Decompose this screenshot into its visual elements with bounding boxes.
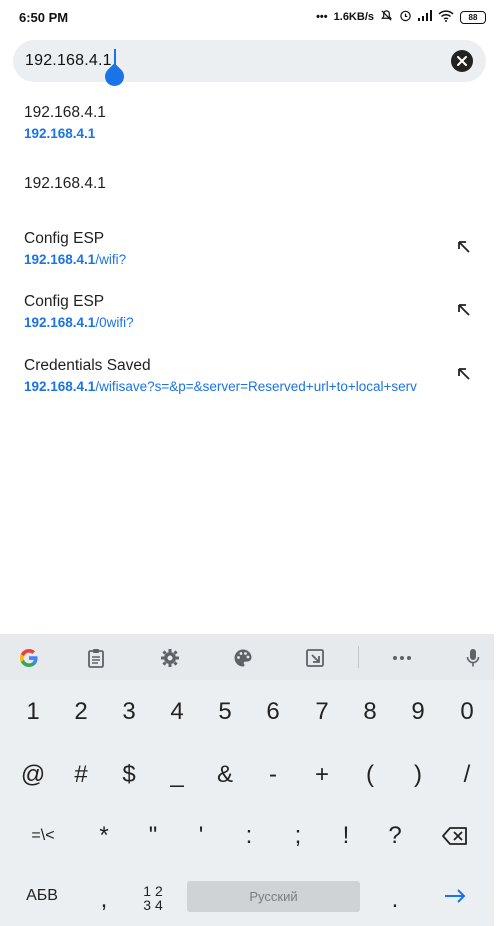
key-quote[interactable]: " bbox=[129, 812, 177, 860]
suggestion-url-path: /wifi? bbox=[95, 252, 127, 267]
status-bar: 6:50 PM ••• 1.6KB/s 88 bbox=[0, 0, 500, 34]
suggestion-url-host: 192.168.4.1 bbox=[24, 252, 96, 267]
screen-edge bbox=[494, 634, 500, 926]
key-colon[interactable]: : bbox=[225, 812, 273, 860]
key-period[interactable]: . bbox=[371, 876, 419, 924]
suggestion-title: Config ESP bbox=[24, 293, 105, 310]
clear-button[interactable] bbox=[451, 50, 473, 72]
numpad-key[interactable]: 1 2 3 4 bbox=[138, 884, 168, 918]
suggestion-item[interactable]: 192.168.4.1 192.168.4.1 bbox=[0, 96, 500, 148]
suggestion-title: 192.168.4.1 bbox=[24, 175, 106, 192]
fill-url-button[interactable] bbox=[453, 363, 475, 385]
key-symbols-toggle[interactable]: =\< bbox=[19, 812, 67, 860]
key-apostrophe[interactable]: ' bbox=[177, 812, 225, 860]
key-9[interactable]: 9 bbox=[394, 688, 442, 736]
arrow-up-left-icon bbox=[458, 368, 470, 380]
key-4[interactable]: 4 bbox=[153, 688, 201, 736]
status-time: 6:50 PM bbox=[19, 10, 69, 25]
dots-icon: ••• bbox=[316, 11, 328, 23]
suggestion-url-host: 192.168.4.1 bbox=[24, 315, 96, 330]
resize-icon[interactable] bbox=[303, 646, 327, 670]
key-at[interactable]: @ bbox=[9, 751, 57, 799]
suggestion-title: Credentials Saved bbox=[24, 357, 151, 374]
suggestion-title: 192.168.4.1 bbox=[24, 104, 106, 121]
url-bar[interactable]: 192.168.4.1 bbox=[13, 40, 486, 90]
net-speed: 1.6KB/s bbox=[333, 11, 374, 23]
key-paren-close[interactable]: ) bbox=[394, 751, 442, 799]
suggestion-url-path: /0wifi? bbox=[95, 315, 134, 330]
url-input[interactable]: 192.168.4.1 bbox=[25, 52, 112, 70]
arrow-up-left-icon bbox=[458, 304, 470, 316]
suggestion-item[interactable]: Config ESP 192.168.4.1/0wifi? bbox=[0, 285, 500, 337]
battery-icon: 88 bbox=[460, 10, 486, 24]
key-2[interactable]: 2 bbox=[57, 688, 105, 736]
key-plus[interactable]: + bbox=[298, 751, 346, 799]
suggestion-url: 192.168.4.1/wifisave?s=&p=&server=Reserv… bbox=[24, 379, 443, 394]
suggestion-url-path: /wifisave?s=&p=&server=Reserved+url+to+l… bbox=[95, 379, 417, 394]
wifi-icon bbox=[438, 9, 454, 25]
clipboard-icon[interactable] bbox=[84, 646, 108, 670]
gear-icon[interactable] bbox=[158, 646, 182, 670]
key-dollar[interactable]: $ bbox=[105, 751, 153, 799]
key-8[interactable]: 8 bbox=[346, 688, 394, 736]
numpad-key-bottom: 3 4 bbox=[143, 897, 163, 913]
fill-url-button[interactable] bbox=[453, 299, 475, 321]
language-key[interactable]: АБВ bbox=[18, 872, 66, 920]
suggestion-title: Config ESP bbox=[24, 230, 105, 247]
key-5[interactable]: 5 bbox=[201, 688, 249, 736]
key-6[interactable]: 6 bbox=[249, 688, 297, 736]
status-icons: ••• 1.6KB/s 88 bbox=[316, 8, 486, 26]
key-hash[interactable]: # bbox=[57, 751, 105, 799]
key-underscore[interactable]: _ bbox=[153, 751, 201, 799]
more-icon[interactable] bbox=[390, 646, 414, 670]
suggestion-item[interactable]: Config ESP 192.168.4.1/wifi? bbox=[0, 222, 500, 274]
key-asterisk[interactable]: * bbox=[80, 812, 128, 860]
suggestion-url: 192.168.4.1 bbox=[24, 126, 443, 141]
arrow-up-left-icon bbox=[458, 241, 470, 253]
google-icon[interactable] bbox=[17, 646, 41, 670]
numpad-key-top: 1 2 bbox=[143, 883, 163, 899]
suggestion-url-host: 192.168.4.1 bbox=[24, 379, 96, 394]
key-ampersand[interactable]: & bbox=[201, 751, 249, 799]
key-comma[interactable]: , bbox=[80, 876, 128, 924]
space-key[interactable]: Русский bbox=[187, 881, 360, 912]
arrow-right-icon bbox=[445, 889, 466, 903]
suggestion-url-host: 192.168.4.1 bbox=[24, 126, 96, 141]
key-7[interactable]: 7 bbox=[298, 688, 346, 736]
key-question[interactable]: ? bbox=[371, 812, 419, 860]
backspace-key[interactable] bbox=[431, 812, 479, 860]
backspace-icon bbox=[442, 827, 467, 845]
key-3[interactable]: 3 bbox=[105, 688, 153, 736]
suggestion-url: 192.168.4.1/wifi? bbox=[24, 252, 443, 267]
suggestion-item[interactable]: Credentials Saved 192.168.4.1/wifisave?s… bbox=[0, 349, 500, 401]
mute-icon bbox=[380, 9, 393, 25]
key-semicolon[interactable]: ; bbox=[274, 812, 322, 860]
keyboard-toolbar bbox=[0, 634, 494, 680]
signal-icon bbox=[418, 10, 432, 24]
key-paren-open[interactable]: ( bbox=[346, 751, 394, 799]
key-slash[interactable]: / bbox=[443, 751, 491, 799]
keyboard: 1 2 3 4 5 6 7 8 9 0 @ # $ _ & - + ( ) / … bbox=[0, 634, 494, 926]
suggestion-item[interactable]: 192.168.4.1 bbox=[0, 160, 500, 204]
key-exclamation[interactable]: ! bbox=[322, 812, 370, 860]
enter-key[interactable] bbox=[431, 872, 479, 920]
mic-icon[interactable] bbox=[461, 646, 485, 670]
close-icon bbox=[457, 56, 467, 66]
suggestion-url: 192.168.4.1/0wifi? bbox=[24, 315, 443, 330]
alarm-icon bbox=[399, 9, 412, 25]
key-minus[interactable]: - bbox=[249, 751, 297, 799]
fill-url-button[interactable] bbox=[453, 236, 475, 258]
key-1[interactable]: 1 bbox=[9, 688, 57, 736]
key-0[interactable]: 0 bbox=[443, 688, 491, 736]
palette-icon[interactable] bbox=[231, 646, 255, 670]
toolbar-divider bbox=[358, 646, 359, 668]
